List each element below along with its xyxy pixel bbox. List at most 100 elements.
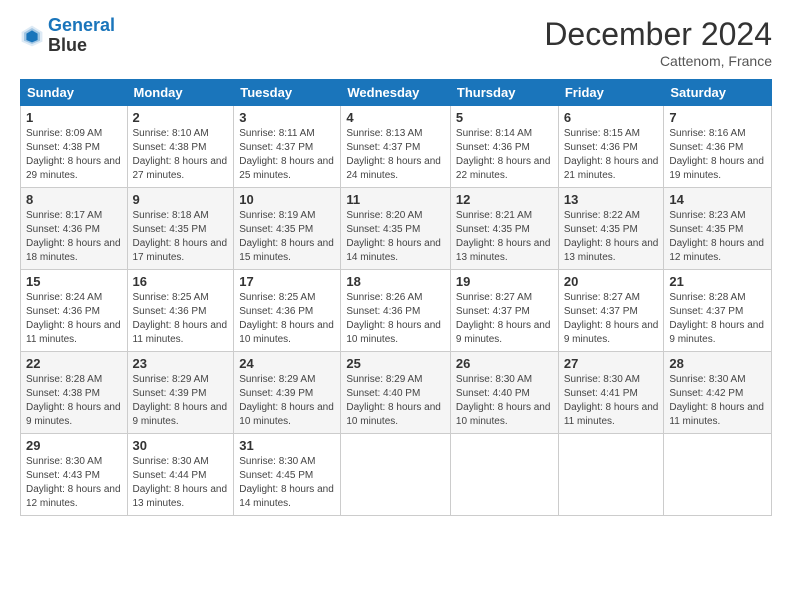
- calendar-cell: [558, 434, 664, 516]
- calendar-week-row: 15 Sunrise: 8:24 AMSunset: 4:36 PMDayligh…: [21, 270, 772, 352]
- day-info: Sunrise: 8:19 AMSunset: 4:35 PMDaylight:…: [239, 209, 335, 265]
- calendar-cell: 11 Sunrise: 8:20 AMSunset: 4:35 PMDayligh…: [341, 188, 451, 270]
- day-number: 23: [133, 356, 229, 371]
- calendar-cell: 18Sunrise: 8:26 AMSunset: 4:36 PMDayligh…: [341, 270, 451, 352]
- day-info: Sunrise: 8:30 AMSunset: 4:40 PMDaylight:…: [456, 373, 553, 429]
- day-info: Sunrise: 8:22 AMSunset: 4:35 PMDaylight:…: [564, 209, 659, 265]
- day-number: 19: [456, 274, 553, 289]
- day-number: 13: [564, 192, 659, 207]
- calendar-cell: 20 Sunrise: 8:27 AMSunset: 4:37 PMDayligh…: [558, 270, 664, 352]
- calendar-cell: 8 Sunrise: 8:17 AMSunset: 4:36 PMDaylight…: [21, 188, 128, 270]
- calendar-cell: 14 Sunrise: 8:23 AMSunset: 4:35 PMDayligh…: [664, 188, 772, 270]
- col-friday: Friday: [558, 80, 664, 106]
- col-tuesday: Tuesday: [234, 80, 341, 106]
- calendar-cell: [664, 434, 772, 516]
- logo-line1: General: [48, 15, 115, 35]
- col-monday: Monday: [127, 80, 234, 106]
- logo-text: General Blue: [48, 16, 115, 56]
- day-number: 31: [239, 438, 335, 453]
- day-info: Sunrise: 8:28 AMSunset: 4:37 PMDaylight:…: [669, 291, 766, 347]
- day-info: Sunrise: 8:26 AMSunset: 4:36 PMDaylight:…: [346, 291, 445, 347]
- calendar-cell: 5 Sunrise: 8:14 AMSunset: 4:36 PMDaylight…: [450, 106, 558, 188]
- calendar-cell: 1Sunrise: 8:09 AMSunset: 4:38 PMDaylight…: [21, 106, 128, 188]
- day-number: 15: [26, 274, 122, 289]
- day-info: Sunrise: 8:29 AMSunset: 4:40 PMDaylight:…: [346, 373, 445, 429]
- day-number: 16: [133, 274, 229, 289]
- calendar-cell: 3Sunrise: 8:11 AMSunset: 4:37 PMDaylight…: [234, 106, 341, 188]
- day-number: 26: [456, 356, 553, 371]
- day-info: Sunrise: 8:17 AMSunset: 4:36 PMDaylight:…: [26, 209, 122, 265]
- day-number: 1: [26, 110, 122, 125]
- calendar-cell: 31Sunrise: 8:30 AMSunset: 4:45 PMDayligh…: [234, 434, 341, 516]
- calendar-cell: 25Sunrise: 8:29 AMSunset: 4:40 PMDayligh…: [341, 352, 451, 434]
- calendar-cell: 9Sunrise: 8:18 AMSunset: 4:35 PMDaylight…: [127, 188, 234, 270]
- day-number: 8: [26, 192, 122, 207]
- calendar-cell: [450, 434, 558, 516]
- calendar-week-row: 29 Sunrise: 8:30 AMSunset: 4:43 PMDayligh…: [21, 434, 772, 516]
- day-number: 10: [239, 192, 335, 207]
- calendar-cell: 7 Sunrise: 8:16 AMSunset: 4:36 PMDaylight…: [664, 106, 772, 188]
- calendar-cell: 30 Sunrise: 8:30 AMSunset: 4:44 PMDayligh…: [127, 434, 234, 516]
- day-info: Sunrise: 8:30 AMSunset: 4:44 PMDaylight:…: [133, 455, 229, 511]
- logo: General Blue: [20, 16, 115, 56]
- day-number: 12: [456, 192, 553, 207]
- day-info: Sunrise: 8:13 AMSunset: 4:37 PMDaylight:…: [346, 127, 445, 183]
- day-info: Sunrise: 8:10 AMSunset: 4:38 PMDaylight:…: [133, 127, 229, 183]
- day-info: Sunrise: 8:14 AMSunset: 4:36 PMDaylight:…: [456, 127, 553, 183]
- title-section: December 2024 Cattenom, France: [544, 16, 772, 69]
- calendar-cell: 13 Sunrise: 8:22 AMSunset: 4:35 PMDayligh…: [558, 188, 664, 270]
- calendar-cell: 17 Sunrise: 8:25 AMSunset: 4:36 PMDayligh…: [234, 270, 341, 352]
- logo-line2: Blue: [48, 36, 115, 56]
- day-info: Sunrise: 8:29 AMSunset: 4:39 PMDaylight:…: [239, 373, 335, 429]
- day-info: Sunrise: 8:15 AMSunset: 4:36 PMDaylight:…: [564, 127, 659, 183]
- day-number: 4: [346, 110, 445, 125]
- day-number: 27: [564, 356, 659, 371]
- day-info: Sunrise: 8:25 AMSunset: 4:36 PMDaylight:…: [239, 291, 335, 347]
- day-number: 2: [133, 110, 229, 125]
- day-info: Sunrise: 8:24 AMSunset: 4:36 PMDaylight:…: [26, 291, 122, 347]
- day-number: 29: [26, 438, 122, 453]
- month-title: December 2024: [544, 16, 772, 53]
- calendar-cell: 27 Sunrise: 8:30 AMSunset: 4:41 PMDayligh…: [558, 352, 664, 434]
- calendar-cell: 23Sunrise: 8:29 AMSunset: 4:39 PMDayligh…: [127, 352, 234, 434]
- day-number: 5: [456, 110, 553, 125]
- calendar-page: General Blue December 2024 Cattenom, Fra…: [0, 0, 792, 612]
- logo-icon: [20, 24, 44, 48]
- day-info: Sunrise: 8:25 AMSunset: 4:36 PMDaylight:…: [133, 291, 229, 347]
- calendar-table: Sunday Monday Tuesday Wednesday Thursday…: [20, 79, 772, 516]
- day-number: 3: [239, 110, 335, 125]
- calendar-cell: 28 Sunrise: 8:30 AMSunset: 4:42 PMDayligh…: [664, 352, 772, 434]
- calendar-cell: [341, 434, 451, 516]
- day-number: 11: [346, 192, 445, 207]
- day-info: Sunrise: 8:27 AMSunset: 4:37 PMDaylight:…: [564, 291, 659, 347]
- calendar-cell: 26 Sunrise: 8:30 AMSunset: 4:40 PMDayligh…: [450, 352, 558, 434]
- day-number: 6: [564, 110, 659, 125]
- day-info: Sunrise: 8:18 AMSunset: 4:35 PMDaylight:…: [133, 209, 229, 265]
- calendar-cell: 12 Sunrise: 8:21 AMSunset: 4:35 PMDayligh…: [450, 188, 558, 270]
- page-header: General Blue December 2024 Cattenom, Fra…: [20, 16, 772, 69]
- calendar-cell: 15 Sunrise: 8:24 AMSunset: 4:36 PMDayligh…: [21, 270, 128, 352]
- header-row: Sunday Monday Tuesday Wednesday Thursday…: [21, 80, 772, 106]
- day-info: Sunrise: 8:20 AMSunset: 4:35 PMDaylight:…: [346, 209, 445, 265]
- day-number: 30: [133, 438, 229, 453]
- day-info: Sunrise: 8:30 AMSunset: 4:43 PMDaylight:…: [26, 455, 122, 511]
- day-number: 7: [669, 110, 766, 125]
- calendar-cell: 24Sunrise: 8:29 AMSunset: 4:39 PMDayligh…: [234, 352, 341, 434]
- day-info: Sunrise: 8:16 AMSunset: 4:36 PMDaylight:…: [669, 127, 766, 183]
- day-info: Sunrise: 8:23 AMSunset: 4:35 PMDaylight:…: [669, 209, 766, 265]
- calendar-cell: 19Sunrise: 8:27 AMSunset: 4:37 PMDayligh…: [450, 270, 558, 352]
- calendar-cell: 22 Sunrise: 8:28 AMSunset: 4:38 PMDayligh…: [21, 352, 128, 434]
- col-wednesday: Wednesday: [341, 80, 451, 106]
- day-info: Sunrise: 8:30 AMSunset: 4:41 PMDaylight:…: [564, 373, 659, 429]
- day-number: 17: [239, 274, 335, 289]
- day-info: Sunrise: 8:30 AMSunset: 4:42 PMDaylight:…: [669, 373, 766, 429]
- col-saturday: Saturday: [664, 80, 772, 106]
- calendar-cell: 2 Sunrise: 8:10 AMSunset: 4:38 PMDaylight…: [127, 106, 234, 188]
- col-sunday: Sunday: [21, 80, 128, 106]
- day-info: Sunrise: 8:21 AMSunset: 4:35 PMDaylight:…: [456, 209, 553, 265]
- day-number: 14: [669, 192, 766, 207]
- day-number: 28: [669, 356, 766, 371]
- day-number: 22: [26, 356, 122, 371]
- day-number: 20: [564, 274, 659, 289]
- day-info: Sunrise: 8:28 AMSunset: 4:38 PMDaylight:…: [26, 373, 122, 429]
